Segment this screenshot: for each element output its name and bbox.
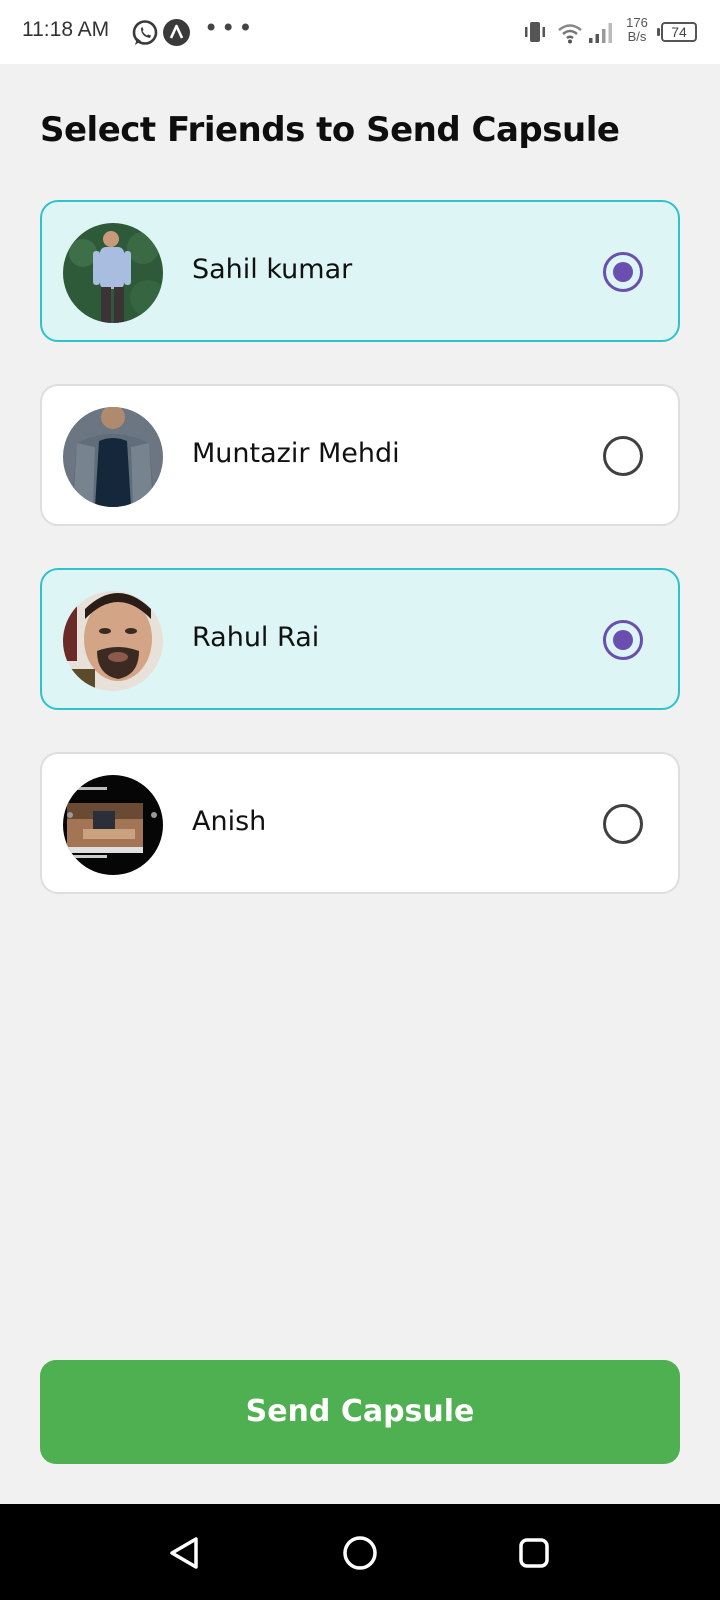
radio-button[interactable]: [603, 804, 643, 844]
wifi-icon: [558, 24, 582, 44]
avatar: [63, 407, 163, 507]
avatar: [63, 223, 163, 323]
navigation-bar: [0, 1504, 720, 1600]
whatsapp-icon: [132, 20, 158, 45]
speed-unit: B/s: [627, 29, 647, 44]
battery-level: 74: [671, 24, 687, 40]
friend-name: Rahul Rai: [192, 622, 320, 653]
friend-name: Muntazir Mehdi: [192, 438, 400, 469]
status-bar: 11:18 AM ••• 176 B/s 74: [0, 0, 720, 64]
friend-name: Sahil kumar: [192, 254, 353, 285]
friend-card-2[interactable]: Rahul Rai: [40, 568, 680, 710]
avatar: [63, 591, 163, 691]
radio-dot: [613, 262, 633, 282]
radio-button[interactable]: [603, 436, 643, 476]
send-capsule-button[interactable]: Send Capsule: [40, 1360, 680, 1464]
vibrate-icon: [525, 22, 545, 42]
radio-dot: [613, 630, 633, 650]
page-title: Select Friends to Send Capsule: [40, 110, 620, 150]
recents-icon[interactable]: [514, 1533, 554, 1573]
friend-name: Anish: [192, 806, 267, 837]
friend-list: Sahil kumar Muntazir Mehdi Rahul Rai Ani…: [40, 200, 680, 936]
speed-value: 176: [626, 15, 648, 30]
radio-button[interactable]: [603, 252, 643, 292]
friend-card-1[interactable]: Muntazir Mehdi: [40, 384, 680, 526]
back-icon[interactable]: [166, 1533, 206, 1573]
radio-button[interactable]: [603, 620, 643, 660]
network-speed: 176 B/s: [622, 16, 652, 44]
home-icon[interactable]: [340, 1533, 380, 1573]
battery-icon: 74: [657, 22, 697, 42]
signal-icon: [589, 23, 612, 43]
status-time: 11:18 AM: [22, 18, 110, 41]
friend-card-3[interactable]: Anish: [40, 752, 680, 894]
a-icon: [163, 19, 190, 46]
avatar: [63, 775, 163, 875]
friend-card-0[interactable]: Sahil kumar: [40, 200, 680, 342]
more-dots-icon: •••: [204, 14, 256, 42]
